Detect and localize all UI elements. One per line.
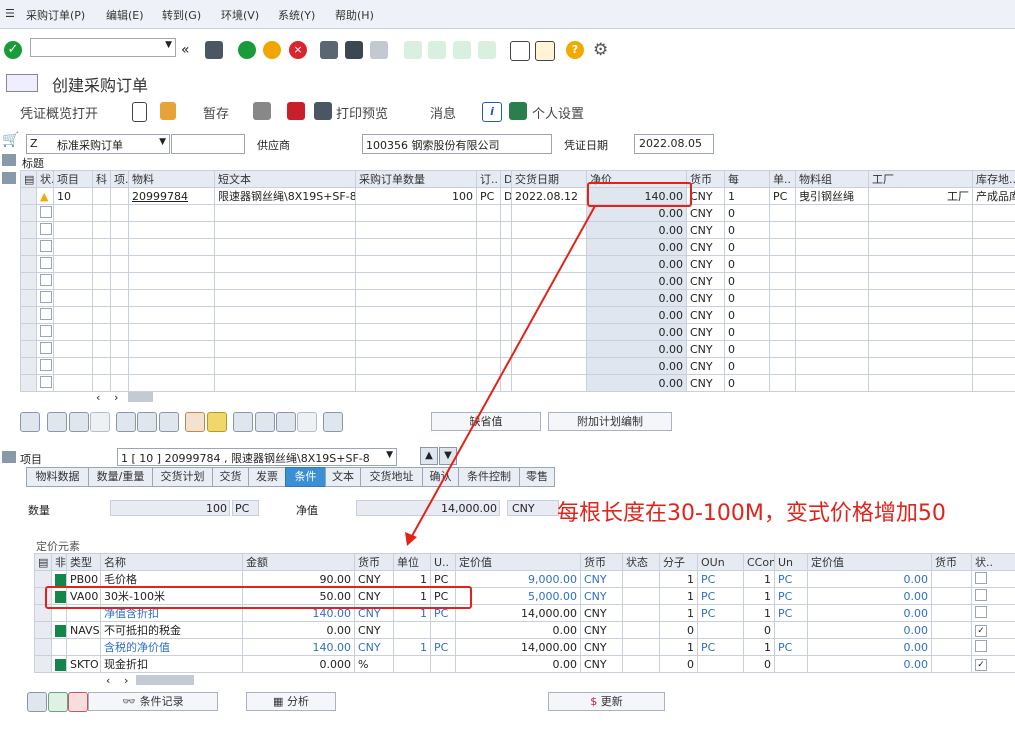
glasses-icon: 👓: [122, 695, 137, 708]
cond-record-button[interactable]: 👓 条件记录: [88, 692, 218, 711]
insert-row-icon[interactable]: [48, 692, 68, 712]
scroll-left-icon[interactable]: ‹: [106, 674, 110, 687]
pricing-h-scrollbar[interactable]: [136, 675, 194, 685]
annotation-arrow: [405, 205, 596, 546]
scroll-right-icon[interactable]: ›: [124, 674, 128, 687]
delete-row-icon[interactable]: [68, 692, 88, 712]
cond-details-icon[interactable]: [27, 692, 47, 712]
update-button[interactable]: $ 更新: [548, 692, 665, 711]
analysis-icon: ▦: [273, 695, 284, 708]
update-icon: $: [590, 695, 598, 708]
analysis-button[interactable]: ▦ 分析: [246, 692, 336, 711]
